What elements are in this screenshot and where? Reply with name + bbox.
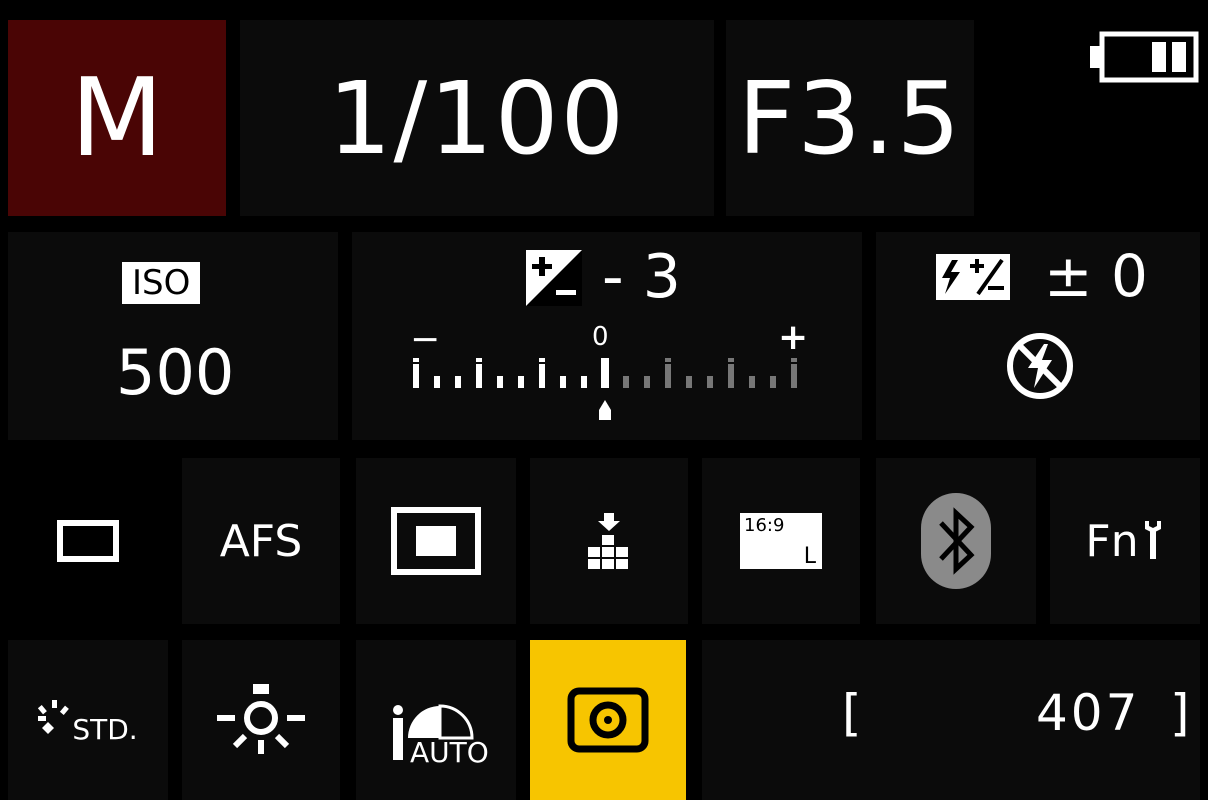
white-balance-icon (217, 684, 305, 754)
meter-tick (623, 376, 629, 388)
i-dynamic-label: AUTO (410, 736, 489, 769)
photo-style-tile[interactable]: STD. (8, 640, 168, 800)
flash-tile[interactable]: ± 0 (876, 232, 1200, 440)
iso-value: 500 (116, 336, 235, 409)
meter-tick (560, 376, 566, 388)
shutter-speed-tile[interactable]: 1/100 (240, 20, 714, 216)
flash-comp-value: ± 0 (1044, 242, 1148, 310)
meter-tick (518, 376, 524, 388)
picture-size-label: L (803, 544, 816, 569)
meter-tick (434, 376, 440, 388)
quality-icon (588, 513, 628, 569)
meter-tick (644, 376, 650, 388)
photo-style-icon (38, 700, 70, 734)
af-area-icon (391, 507, 481, 575)
meter-tick (601, 358, 609, 388)
meter-zero-label: 0 (592, 322, 609, 352)
remaining-shots-open-bracket: [ (842, 684, 865, 742)
focus-mode-label: AFS (219, 515, 303, 567)
picture-size-icon: 16:9 L (740, 513, 822, 569)
iso-tile[interactable]: ISO 500 (8, 232, 338, 440)
photo-style-label: STD. (72, 712, 138, 746)
meter-tick-cap (413, 358, 419, 362)
meter-plus-label: + (778, 317, 809, 358)
shooting-mode: M (70, 55, 164, 181)
flash-comp-icon (936, 254, 1010, 300)
remaining-shots-tile: [ 407 ] (702, 640, 1200, 800)
meter-tick (707, 376, 713, 388)
shutter-speed: 1/100 (327, 59, 627, 177)
meter-tick (770, 376, 776, 388)
aperture-tile[interactable]: F3.5 (726, 20, 974, 216)
metering-icon (567, 687, 649, 753)
meter-tick (413, 364, 419, 388)
drive-mode-tile[interactable] (8, 458, 168, 624)
meter-minus-label: − (410, 319, 441, 360)
single-shot-icon (57, 520, 119, 562)
meter-tick (497, 376, 503, 388)
fn-label: Fn (1085, 515, 1139, 567)
meter-tick (476, 364, 482, 388)
meter-tick-cap (539, 358, 545, 362)
meter-tick (686, 376, 692, 388)
meter-tick-cap (665, 358, 671, 362)
white-balance-tile[interactable] (182, 640, 340, 800)
meter-tick (749, 376, 755, 388)
meter-tick (455, 376, 461, 388)
meter-tick (539, 364, 545, 388)
metering-tile[interactable] (530, 640, 686, 800)
meter-tick (728, 364, 734, 388)
bluetooth-icon (921, 493, 991, 589)
i-dynamic-tile[interactable]: AUTO (356, 640, 516, 800)
exposure-meter-scale (412, 358, 812, 428)
exposure-comp-tile[interactable]: - 3 − 0 + (352, 232, 862, 440)
meter-tick-cap (476, 358, 482, 362)
focus-mode-tile[interactable]: AFS (182, 458, 340, 624)
meter-tick (665, 364, 671, 388)
mode-tile[interactable]: M (8, 20, 226, 216)
remaining-shots-count: 407 (1036, 684, 1141, 742)
aperture: F3.5 (737, 59, 963, 177)
meter-tick (581, 376, 587, 388)
meter-tick (791, 364, 797, 388)
quality-tile[interactable] (530, 458, 688, 624)
flash-off-icon (1004, 330, 1076, 402)
fn-settings-tile[interactable]: Fn (1050, 458, 1200, 624)
exposure-comp-value: - 3 (602, 242, 681, 312)
meter-indicator-arrow (599, 400, 611, 420)
picture-size-tile[interactable]: 16:9 L (702, 458, 860, 624)
battery-icon (1090, 30, 1202, 86)
iso-label: ISO (122, 262, 201, 304)
meter-tick-cap (728, 358, 734, 362)
af-area-tile[interactable] (356, 458, 516, 624)
bluetooth-tile[interactable] (876, 458, 1036, 624)
wrench-icon (1144, 521, 1161, 559)
exposure-comp-icon (526, 250, 582, 306)
remaining-shots-close-bracket: ] (1170, 684, 1193, 742)
meter-tick-cap (791, 358, 797, 362)
aspect-ratio-label: 16:9 (744, 515, 785, 536)
